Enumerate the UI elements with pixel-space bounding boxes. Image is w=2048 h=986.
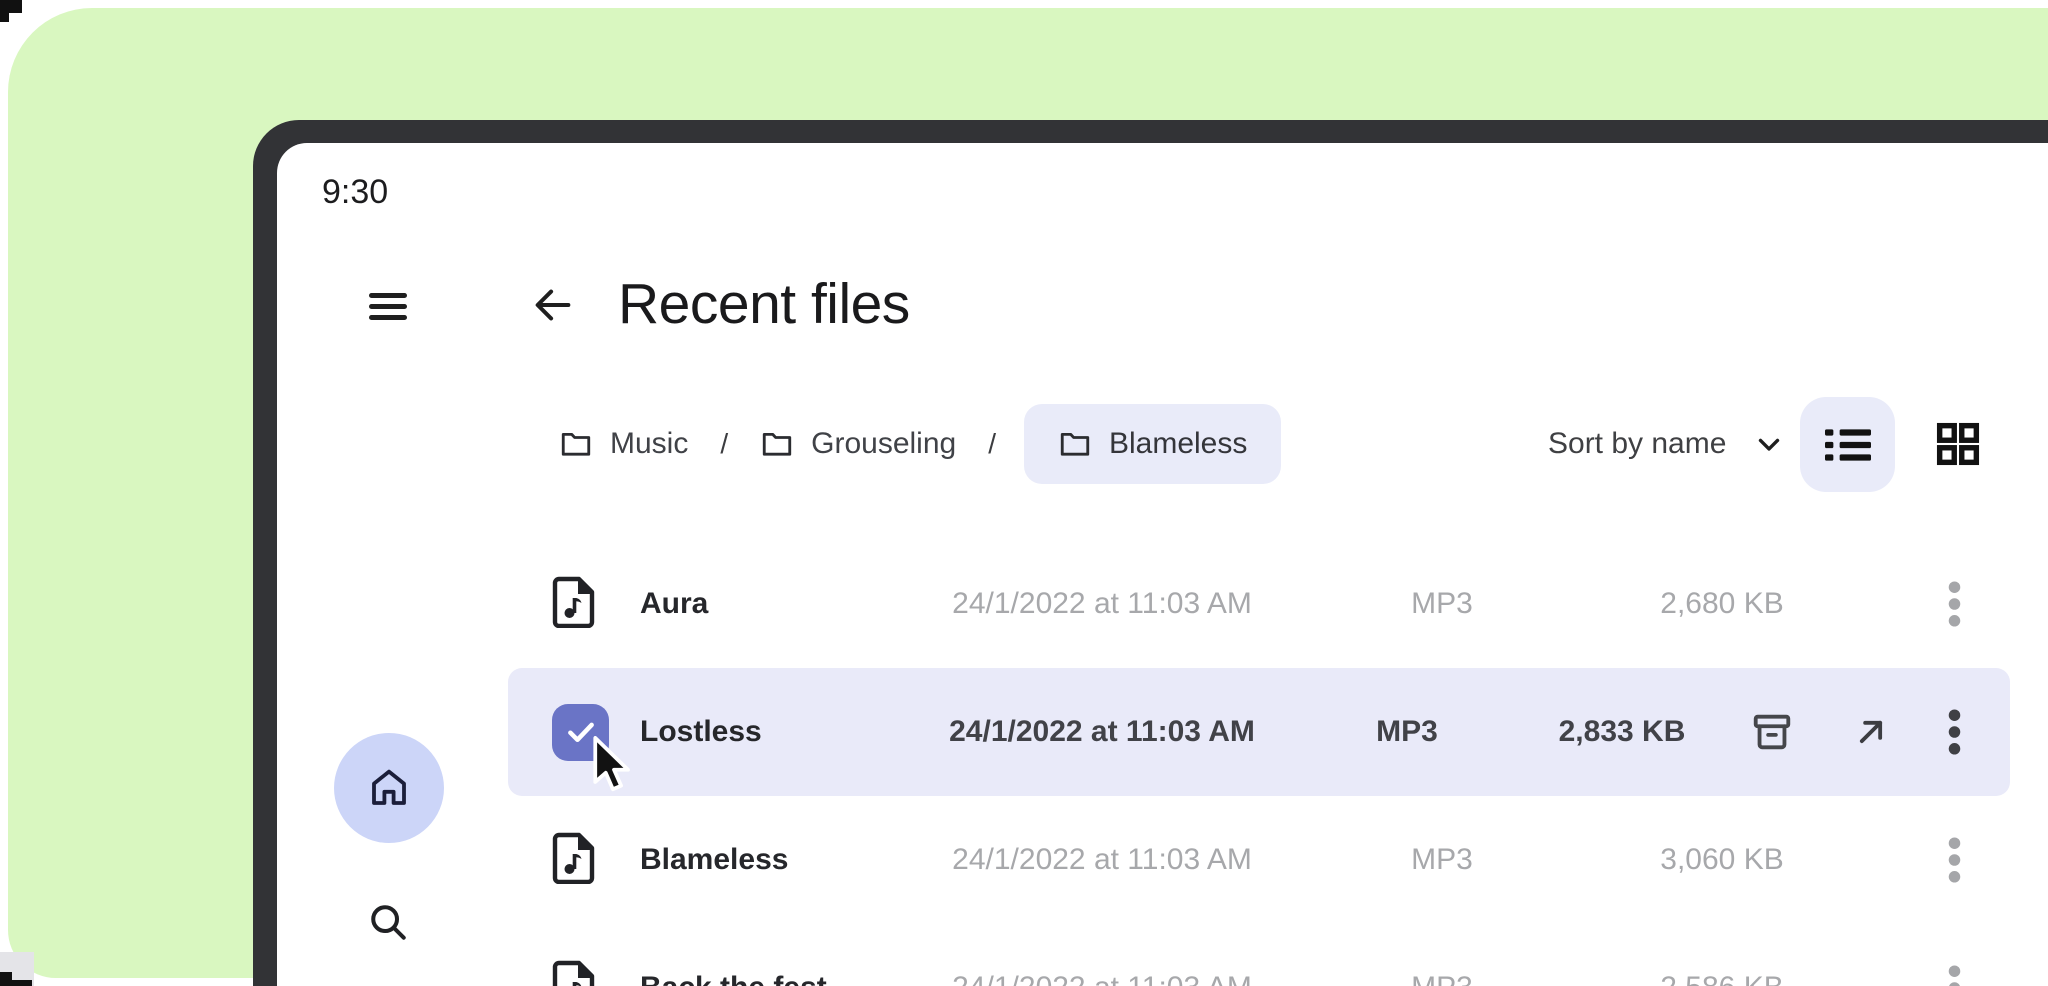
nav-home-button[interactable] [334,733,444,843]
open-arrow-icon [1851,712,1891,752]
more-options-button[interactable] [1947,964,1962,986]
breadcrumb-separator: / [988,428,996,460]
search-icon [365,899,411,945]
more-vert-icon [1947,836,1962,884]
file-name: Lostless [640,715,892,749]
transparency-artifact [0,13,9,22]
sort-dropdown[interactable]: Sort by name [1548,404,1786,484]
file-row[interactable]: Blameless 24/1/2022 at 11:03 AM MP3 3,06… [508,796,2010,924]
file-date: 24/1/2022 at 11:03 AM [892,587,1312,621]
audio-file-icon [552,576,596,633]
more-options-button[interactable] [1947,580,1962,628]
transparency-artifact [0,972,12,986]
more-vert-icon [1947,964,1962,986]
breadcrumb-item[interactable]: Blameless [1024,404,1281,484]
list-view-button[interactable] [1800,397,1895,492]
file-row[interactable]: Lostless 24/1/2022 at 11:03 AM MP3 2,833… [508,668,2010,796]
breadcrumb-item[interactable]: Music [549,404,698,484]
folder-icon [559,427,593,461]
archive-button[interactable] [1749,709,1795,755]
file-type: MP3 [1312,715,1502,749]
file-type: MP3 [1312,843,1572,877]
file-date: 24/1/2022 at 11:03 AM [892,715,1312,749]
archive-icon [1749,709,1795,755]
artboard: 9:30 Recent files Music / Grouseling / B… [0,0,2048,986]
breadcrumb-label: Blameless [1109,427,1247,461]
grid-view-icon [1933,419,1983,469]
file-list: Aura 24/1/2022 at 11:03 AM MP3 2,680 KB [508,540,2010,986]
file-row[interactable]: Back the fest 24/1/2022 at 11:03 AM MP3 … [508,924,2010,986]
breadcrumb-label: Music [610,427,688,461]
audio-file-icon [552,960,596,986]
file-name: Back the fest [640,971,892,986]
open-button[interactable] [1851,712,1891,752]
file-size: 2,680 KB [1572,587,1872,621]
audio-file-icon [552,832,596,889]
transparency-artifact [12,980,32,986]
page-title: Recent files [618,271,910,337]
more-options-button[interactable] [1947,836,1962,884]
file-size: 3,060 KB [1572,843,1872,877]
more-options-button[interactable] [1947,708,1962,756]
breadcrumb-separator: / [720,428,728,460]
home-icon [365,764,413,812]
file-name: Blameless [640,843,892,877]
status-bar-clock: 9:30 [322,173,388,212]
file-size: 2,586 KB [1572,971,1872,986]
nav-search-button[interactable] [361,895,415,949]
file-type: MP3 [1312,587,1572,621]
app-window: 9:30 Recent files Music / Grouseling / B… [277,143,2048,986]
back-arrow-icon [530,282,576,328]
more-vert-icon [1947,708,1962,756]
back-button[interactable] [525,277,581,333]
tablet-frame: 9:30 Recent files Music / Grouseling / B… [253,120,2048,986]
file-date: 24/1/2022 at 11:03 AM [892,971,1312,986]
more-vert-icon [1947,580,1962,628]
file-row[interactable]: Aura 24/1/2022 at 11:03 AM MP3 2,680 KB [508,540,2010,668]
breadcrumb: Music / Grouseling / Blameless [549,404,1281,484]
list-view-icon [1825,425,1871,465]
file-size: 2,833 KB [1502,715,1742,749]
file-type: MP3 [1312,971,1572,986]
breadcrumb-item[interactable]: Grouseling [750,404,966,484]
folder-icon [760,427,794,461]
mouse-cursor [588,736,640,796]
file-date: 24/1/2022 at 11:03 AM [892,843,1312,877]
menu-icon[interactable] [369,283,415,329]
transparency-artifact [0,0,22,13]
folder-icon [1058,427,1092,461]
file-name: Aura [640,587,892,621]
chevron-down-icon [1752,427,1786,461]
grid-view-button[interactable] [1929,415,1987,473]
sort-label: Sort by name [1548,427,1726,461]
breadcrumb-label: Grouseling [811,427,956,461]
